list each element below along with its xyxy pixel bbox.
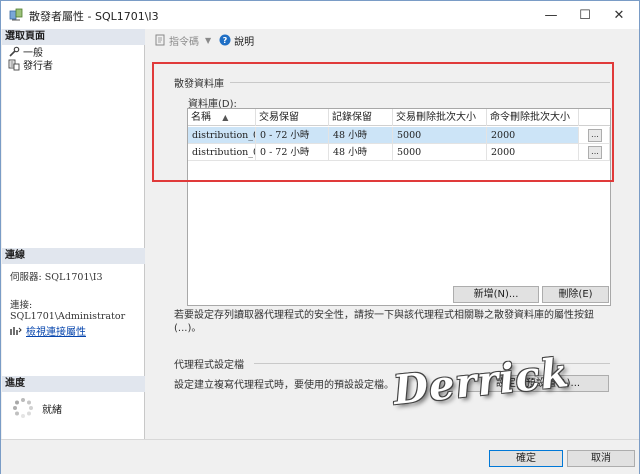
connection-info: 連接: SQL1701\Administrator [10,300,126,322]
cell-name: distribution_02 [188,144,256,161]
help-label: 說明 [234,36,255,48]
table-row[interactable]: distribution_02 0 - 72 小時 48 小時 5000 200… [188,144,610,161]
script-label: 指令碼 [169,36,199,48]
chevron-down-icon[interactable]: ▼ [205,36,211,45]
window-title: 散發者屬性 - SQL1701\I3 [29,10,159,23]
progress-status-row: 就緒 [12,397,62,419]
agent-profiles-description: 設定建立複寫代理程式時，要使用的預設設定檔。 [174,380,394,391]
profile-defaults-button[interactable]: 設定檔預設值(A)... [467,375,609,392]
toolbar: 指令碼 ▼ ? 說明 [146,29,639,51]
cell-cmd-delete-batch: 2000 [487,127,579,144]
group-divider [230,82,610,83]
progress-spinner-icon [13,398,33,418]
wrench-icon [9,46,20,57]
ok-button[interactable]: 確定 [489,450,563,467]
page-item-publishers[interactable]: 發行者 [8,58,53,72]
databases-grid[interactable]: 名稱 ▲ 交易保留 記錄保留 交易刪除批次大小 命令刪除批次大小 distrib… [187,108,611,306]
properties-dialog: 散發者屬性 - SQL1701\I3 — ☐ ✕ 選取頁面 一般 發行者 連線 … [0,0,640,474]
distribution-db-group-title: 散發資料庫 [174,79,224,90]
close-button[interactable]: ✕ [597,1,640,29]
col-header-history-retention[interactable]: 記錄保留 [329,109,393,126]
cell-tran-delete-batch: 5000 [393,127,487,144]
cell-name: distribution_01 [188,127,256,144]
col-header-cmd-delete-batch[interactable]: 命令刪除批次大小 [487,109,579,126]
cancel-button[interactable]: 取消 [567,450,635,467]
left-pane: 選取頁面 一般 發行者 連線 伺服器: SQL1701\I3 連接: SQL17… [2,29,145,439]
group-divider [254,363,610,364]
cell-history-retention: 48 小時 [329,127,393,144]
help-icon: ? [219,34,231,46]
help-button[interactable]: ? 說明 [219,33,254,48]
delete-button[interactable]: 刪除(E) [542,286,609,303]
distributor-app-icon [9,8,23,21]
cell-tran-retention: 0 - 72 小時 [256,127,329,144]
svg-text:?: ? [223,36,228,45]
page-item-label: 發行者 [23,61,53,72]
publisher-icon [8,59,20,70]
grid-header: 名稱 ▲ 交易保留 記錄保留 交易刪除批次大小 命令刪除批次大小 [188,109,610,126]
cell-tran-delete-batch: 5000 [393,144,487,161]
select-page-header: 選取頁面 [2,29,145,45]
view-connection-properties[interactable]: 檢視連接屬性 [10,323,86,338]
connection-properties-icon [10,326,22,335]
properties-ellipsis-button[interactable]: ... [588,146,602,159]
sort-ascending-icon: ▲ [222,113,229,122]
properties-ellipsis-button[interactable]: ... [588,129,602,142]
col-header-name[interactable]: 名稱 ▲ [188,109,256,126]
cell-properties: ... [579,144,610,161]
dialog-footer: 確定 取消 [1,439,639,474]
cell-cmd-delete-batch: 2000 [487,144,579,161]
table-row[interactable]: distribution_01 0 - 72 小時 48 小時 5000 200… [188,127,610,144]
progress-header: 進度 [2,376,145,392]
script-icon [155,34,165,46]
cell-properties: ... [579,127,610,144]
progress-status: 就緒 [42,404,62,416]
title-bar: 散發者屬性 - SQL1701\I3 — ☐ ✕ [1,1,639,29]
cell-history-retention: 48 小時 [329,144,393,161]
server-info: 伺服器: SQL1701\I3 [10,272,103,283]
script-button[interactable]: 指令碼 ▼ [154,33,211,48]
view-connection-link[interactable]: 檢視連接屬性 [26,323,86,338]
add-button[interactable]: 新增(N)... [453,286,539,303]
cell-tran-retention: 0 - 72 小時 [256,144,329,161]
security-info-text: 若要設定存列讀取器代理程式的安全性，請按一下與該代理程式相關聯之散發資料庫的屬性… [174,310,594,334]
right-pane: 指令碼 ▼ ? 說明 散發資料庫 資料庫(D): 名稱 ▲ 交易保留 記錄保留 … [146,29,639,439]
agent-profiles-group-title: 代理程式設定檔 [174,360,244,371]
connection-header: 連線 [2,248,145,264]
col-header-blank [579,109,610,126]
col-header-tran-delete-batch[interactable]: 交易刪除批次大小 [393,109,487,126]
col-header-tran-retention[interactable]: 交易保留 [256,109,329,126]
